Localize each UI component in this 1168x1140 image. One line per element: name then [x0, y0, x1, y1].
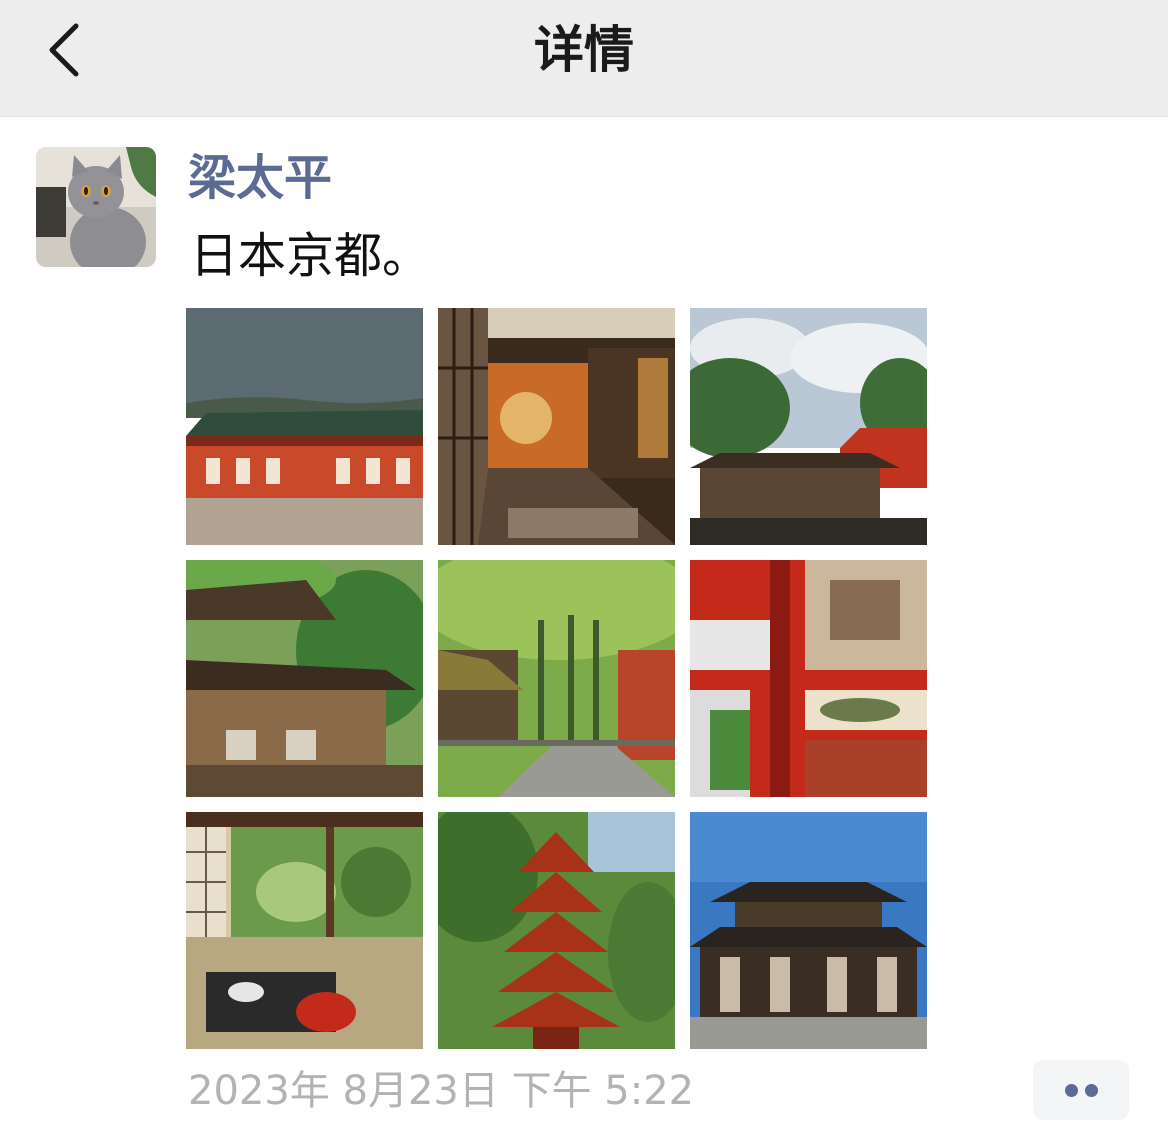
avatar[interactable] — [36, 147, 156, 267]
more-actions-button[interactable] — [1033, 1060, 1129, 1120]
top-navigation-bar: 详情 — [0, 0, 1168, 116]
author-name[interactable]: 梁太平 — [188, 148, 332, 208]
photo-thumbnail[interactable] — [186, 812, 423, 1049]
post-timestamp: 2023年 8月23日 下午 5:22 — [188, 1068, 695, 1114]
photo-grid — [186, 308, 928, 1050]
photo-thumbnail[interactable] — [690, 308, 927, 545]
page-title: 详情 — [534, 21, 634, 79]
more-dots-icon — [1085, 1084, 1098, 1097]
cat-avatar-icon — [36, 147, 156, 267]
photo-thumbnail[interactable] — [186, 308, 423, 545]
photo-thumbnail[interactable] — [690, 560, 927, 797]
post-text: 日本京都。 — [190, 228, 431, 284]
photo-thumbnail[interactable] — [438, 308, 675, 545]
photo-thumbnail[interactable] — [690, 812, 927, 1049]
photo-thumbnail[interactable] — [186, 560, 423, 797]
photo-thumbnail[interactable] — [438, 560, 675, 797]
photo-thumbnail[interactable] — [438, 812, 675, 1049]
more-dots-icon — [1065, 1084, 1078, 1097]
